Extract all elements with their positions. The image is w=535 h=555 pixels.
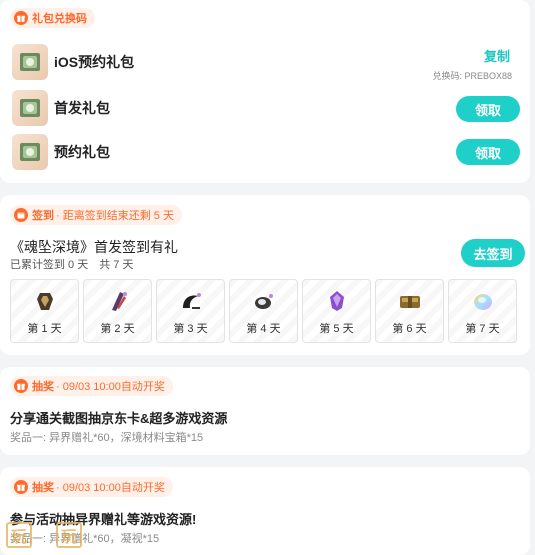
- lottery-tag: 抽奖 · 09/03 10:00自动开奖: [10, 477, 173, 497]
- lottery-prize: 奖品一: 异界赠礼*60，深境材料宝箱*15: [10, 432, 204, 444]
- signin-button[interactable]: 去签到: [461, 239, 525, 267]
- crystal-blade-icon: [103, 287, 133, 315]
- gift-item-name: 预约礼包: [54, 144, 110, 160]
- gift-item-name: 首发礼包: [54, 100, 110, 116]
- gift-card: 礼包兑换码 iOS预约礼包 复制 兑换码: PREBOX88 首发礼包 领取 预…: [0, 0, 530, 183]
- lottery-draw-time: · 09/03 10:00自动开奖: [56, 381, 165, 393]
- purple-crystal-icon: [322, 287, 352, 315]
- claim-button[interactable]: 领取: [456, 139, 520, 165]
- calendar-icon: [14, 208, 28, 222]
- signin-day-label: 第 3 天: [173, 323, 208, 335]
- lottery-tag: 抽奖 · 09/03 10:00自动开奖: [10, 376, 173, 396]
- redeem-code: 兑换码: PREBOX88: [432, 71, 512, 81]
- gift-item-reserve: 预约礼包: [12, 132, 520, 172]
- signin-day-6[interactable]: 第 6 天: [375, 279, 444, 343]
- watermark-char: 玩: [6, 522, 32, 548]
- signin-day-2[interactable]: 第 2 天: [83, 279, 152, 343]
- helmet-icon: [249, 287, 279, 315]
- gift-item-launch: 首发礼包: [12, 88, 520, 128]
- lottery-label: 抽奖: [32, 482, 54, 494]
- signin-day-label: 第 2 天: [100, 323, 135, 335]
- gift-pack-icon: [12, 90, 48, 126]
- signin-day-label: 第 1 天: [27, 323, 62, 335]
- material-box-icon: [395, 287, 425, 315]
- signin-day-1[interactable]: 第 1 天: [10, 279, 79, 343]
- gift-pack-icon: [12, 44, 48, 80]
- gift-item-name: iOS预约礼包: [54, 54, 135, 70]
- copy-code-button[interactable]: 复制: [484, 46, 510, 65]
- signin-days: 第 1 天 第 2 天 第 3 天 第 4 天 第 5 天 第 6 天 第 7 …: [10, 279, 517, 343]
- gift-section-label: 礼包兑换码: [32, 13, 87, 25]
- watermark: 玩 玩: [6, 522, 82, 548]
- signin-day-label: 第 5 天: [319, 323, 354, 335]
- signin-day-3[interactable]: 第 3 天: [156, 279, 225, 343]
- gift-pack-icon: [12, 134, 48, 170]
- signin-section-label: 签到: [32, 210, 54, 222]
- signin-day-5[interactable]: 第 5 天: [302, 279, 371, 343]
- signin-title: 《魂坠深境》首发签到有礼: [10, 239, 178, 255]
- signin-day-label: 第 7 天: [465, 323, 500, 335]
- gift-icon: [14, 379, 28, 393]
- signin-day-4[interactable]: 第 4 天: [229, 279, 298, 343]
- gift-section-tag: 礼包兑换码: [10, 8, 95, 28]
- gift-icon: [14, 11, 28, 25]
- signin-day-label: 第 6 天: [392, 323, 427, 335]
- signin-day-label: 第 4 天: [246, 323, 281, 335]
- lottery-label: 抽奖: [32, 381, 54, 393]
- claim-button[interactable]: 领取: [456, 96, 520, 122]
- watermark-char: 玩: [56, 522, 82, 548]
- signin-countdown: · 距离签到结束还剩 5 天: [56, 210, 174, 222]
- lottery-title: 分享通关截图抽京东卡&超多游戏资源: [10, 411, 228, 426]
- gift-icon: [14, 480, 28, 494]
- armor-icon: [30, 287, 60, 315]
- signin-progress: 已累计签到 0 天 共 7 天: [10, 259, 134, 271]
- signin-day-7[interactable]: 第 7 天: [448, 279, 517, 343]
- signin-section-tag: 签到 · 距离签到结束还剩 5 天: [10, 205, 182, 225]
- rainbow-gem-icon: [468, 287, 498, 315]
- lottery-draw-time: · 09/03 10:00自动开奖: [56, 482, 165, 494]
- dark-claw-icon: [176, 287, 206, 315]
